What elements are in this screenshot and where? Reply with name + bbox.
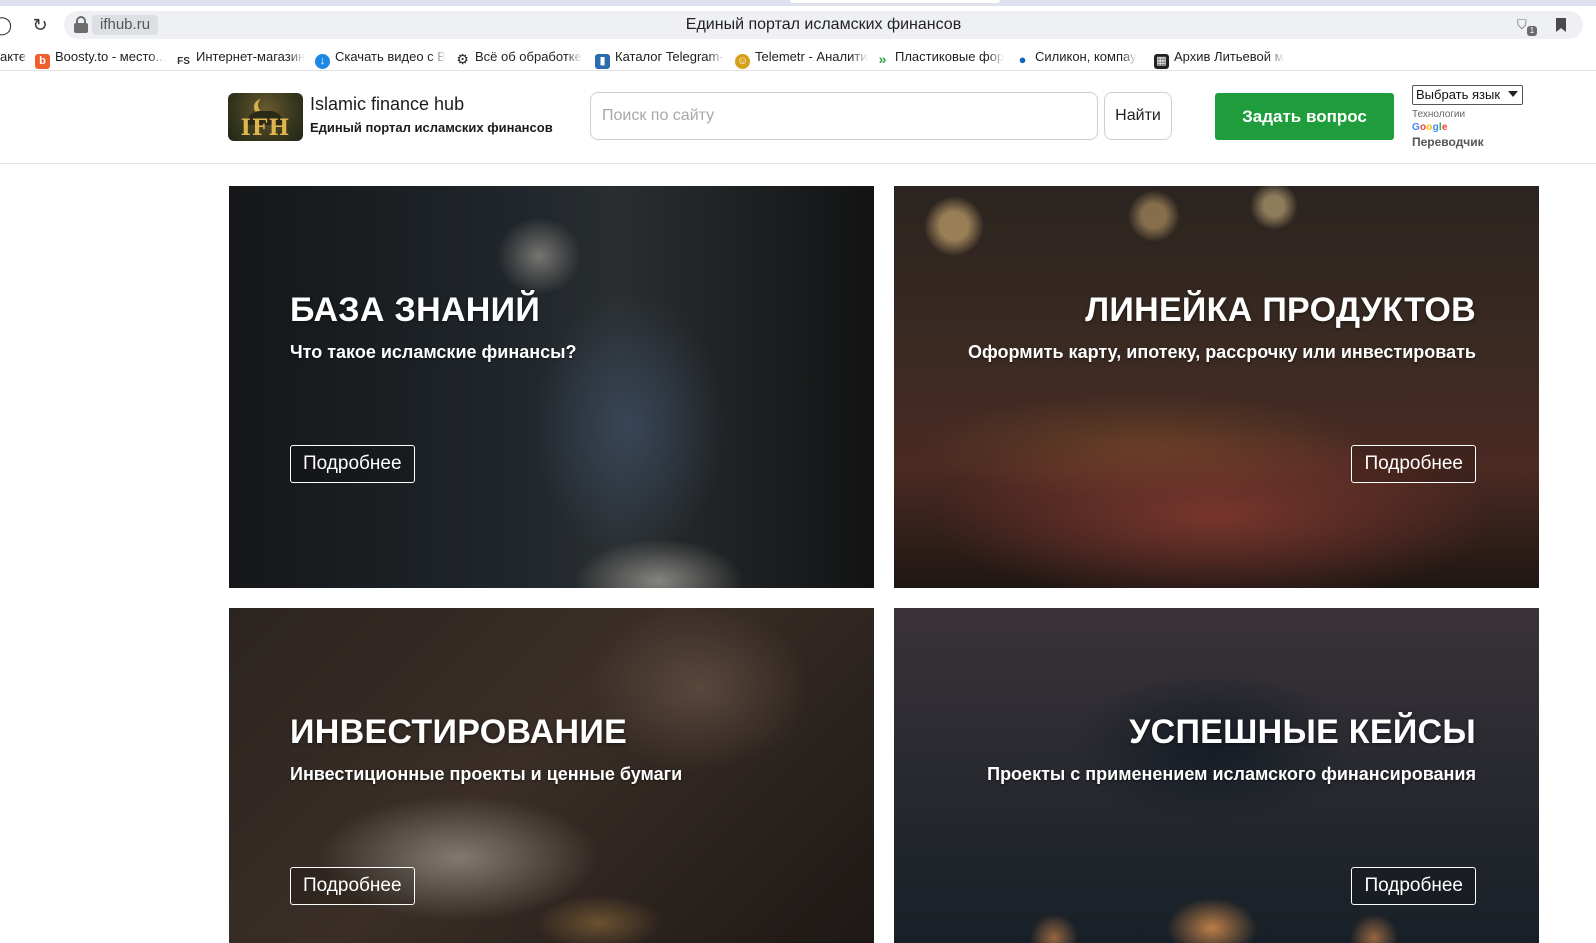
telemetr-icon: ☺ (735, 54, 750, 69)
card-investing[interactable]: ИНВЕСТИРОВАНИЕ Инвестиционные проекты и … (229, 608, 874, 943)
download-icon: ↓ (315, 54, 330, 69)
language-select[interactable]: Выбрать язык (1412, 85, 1523, 105)
bookmark-item[interactable]: ▦ Архив Литьевой м (1154, 47, 1284, 69)
address-bar-row: ◯ ↻ ifhub.ru Единый портал исламских фин… (0, 6, 1596, 42)
bookmark-icon[interactable] (1553, 17, 1569, 33)
archive-icon: ▦ (1154, 54, 1169, 69)
site-logo[interactable]: IFH (228, 93, 303, 141)
domain-label[interactable]: ifhub.ru (92, 15, 159, 35)
bookmarks-bar: акте b Boosty.to - место... FS Интернет-ма… (0, 44, 1596, 71)
boosty-icon: b (35, 54, 50, 69)
more-button[interactable]: Подробнее (1351, 445, 1476, 483)
bookmark-item[interactable]: ↓ Скачать видео с В (315, 47, 446, 69)
language-select-value: Выбрать язык (1416, 87, 1501, 102)
gear-icon: ⚙ (455, 51, 470, 67)
search-button[interactable]: Найти (1104, 92, 1172, 140)
card-subtitle: Проекты с применением исламского финанси… (987, 764, 1476, 784)
card-background-image (229, 186, 874, 588)
telegram-catalog-icon: ▮ (595, 54, 610, 69)
active-tab-edge[interactable] (790, 0, 1000, 3)
bookmark-item[interactable]: FS Интернет-магазин (176, 47, 305, 69)
card-subtitle: Что такое исламские финансы? (290, 342, 577, 362)
card-subtitle: Инвестиционные проекты и ценные бумаги (290, 764, 683, 784)
logo-letters: IFH (240, 115, 291, 141)
extension-icon[interactable]: ⛉ 1 (1517, 17, 1537, 36)
plastic-forms-icon: » (875, 52, 890, 67)
bookmark-item[interactable]: ▮ Каталог Telegram- (595, 47, 724, 69)
lock-icon (74, 16, 88, 34)
card-background-image (894, 186, 1539, 588)
more-button[interactable]: Подробнее (290, 445, 415, 483)
more-button[interactable]: Подробнее (1351, 867, 1476, 905)
fs-icon: FS (176, 54, 191, 69)
bookmark-item[interactable]: b Boosty.to - место... (35, 47, 166, 69)
card-product-line[interactable]: ЛИНЕЙКА ПРОДУКТОВ Оформить карту, ипотек… (894, 186, 1539, 588)
reload-icon[interactable]: ↻ (30, 15, 50, 35)
more-button[interactable]: Подробнее (290, 867, 415, 905)
google-logo: Google (1412, 122, 1448, 133)
brand-tagline: Единый портал исламских финансов (310, 120, 553, 135)
silicone-drop-icon: ● (1015, 52, 1030, 67)
card-success-cases[interactable]: УСПЕШНЫЕ КЕЙСЫ Проекты с применением исл… (894, 608, 1539, 943)
card-title: БАЗА ЗНАНИЙ (290, 291, 541, 329)
search-input[interactable] (590, 92, 1098, 140)
translator-link[interactable]: Переводчик (1412, 135, 1484, 150)
forward-icon[interactable]: ◯ (0, 15, 12, 35)
address-bar[interactable]: ifhub.ru Единый портал исламских финансо… (64, 11, 1583, 39)
card-title: ЛИНЕЙКА ПРОДУКТОВ (1085, 291, 1476, 329)
bookmark-item[interactable]: ☺ Telemetr - Аналити (735, 47, 868, 69)
brand-name[interactable]: Islamic finance hub (310, 93, 464, 115)
bookmark-item[interactable]: » Пластиковые фор (875, 47, 1004, 67)
card-title: УСПЕШНЫЕ КЕЙСЫ (1129, 713, 1476, 751)
page-title-in-address: Единый портал исламских финансов (685, 16, 962, 33)
bookmark-item[interactable]: ⚙ Всё об обработке (455, 47, 582, 67)
site-header: IFH Islamic finance hub Единый портал ис… (0, 71, 1596, 164)
card-knowledge-base[interactable]: БАЗА ЗНАНИЙ Что такое исламские финансы?… (229, 186, 874, 588)
bookmark-item[interactable]: акте (0, 47, 26, 67)
ask-question-button[interactable]: Задать вопрос (1215, 93, 1394, 140)
powered-by-label: Технологии (1412, 109, 1466, 120)
card-subtitle: Оформить карту, ипотеку, рассрочку или и… (968, 342, 1476, 362)
chevron-down-icon (1508, 91, 1518, 97)
card-title: ИНВЕСТИРОВАНИЕ (290, 713, 628, 751)
bookmark-item[interactable]: ● Силикон, компау (1015, 47, 1137, 67)
